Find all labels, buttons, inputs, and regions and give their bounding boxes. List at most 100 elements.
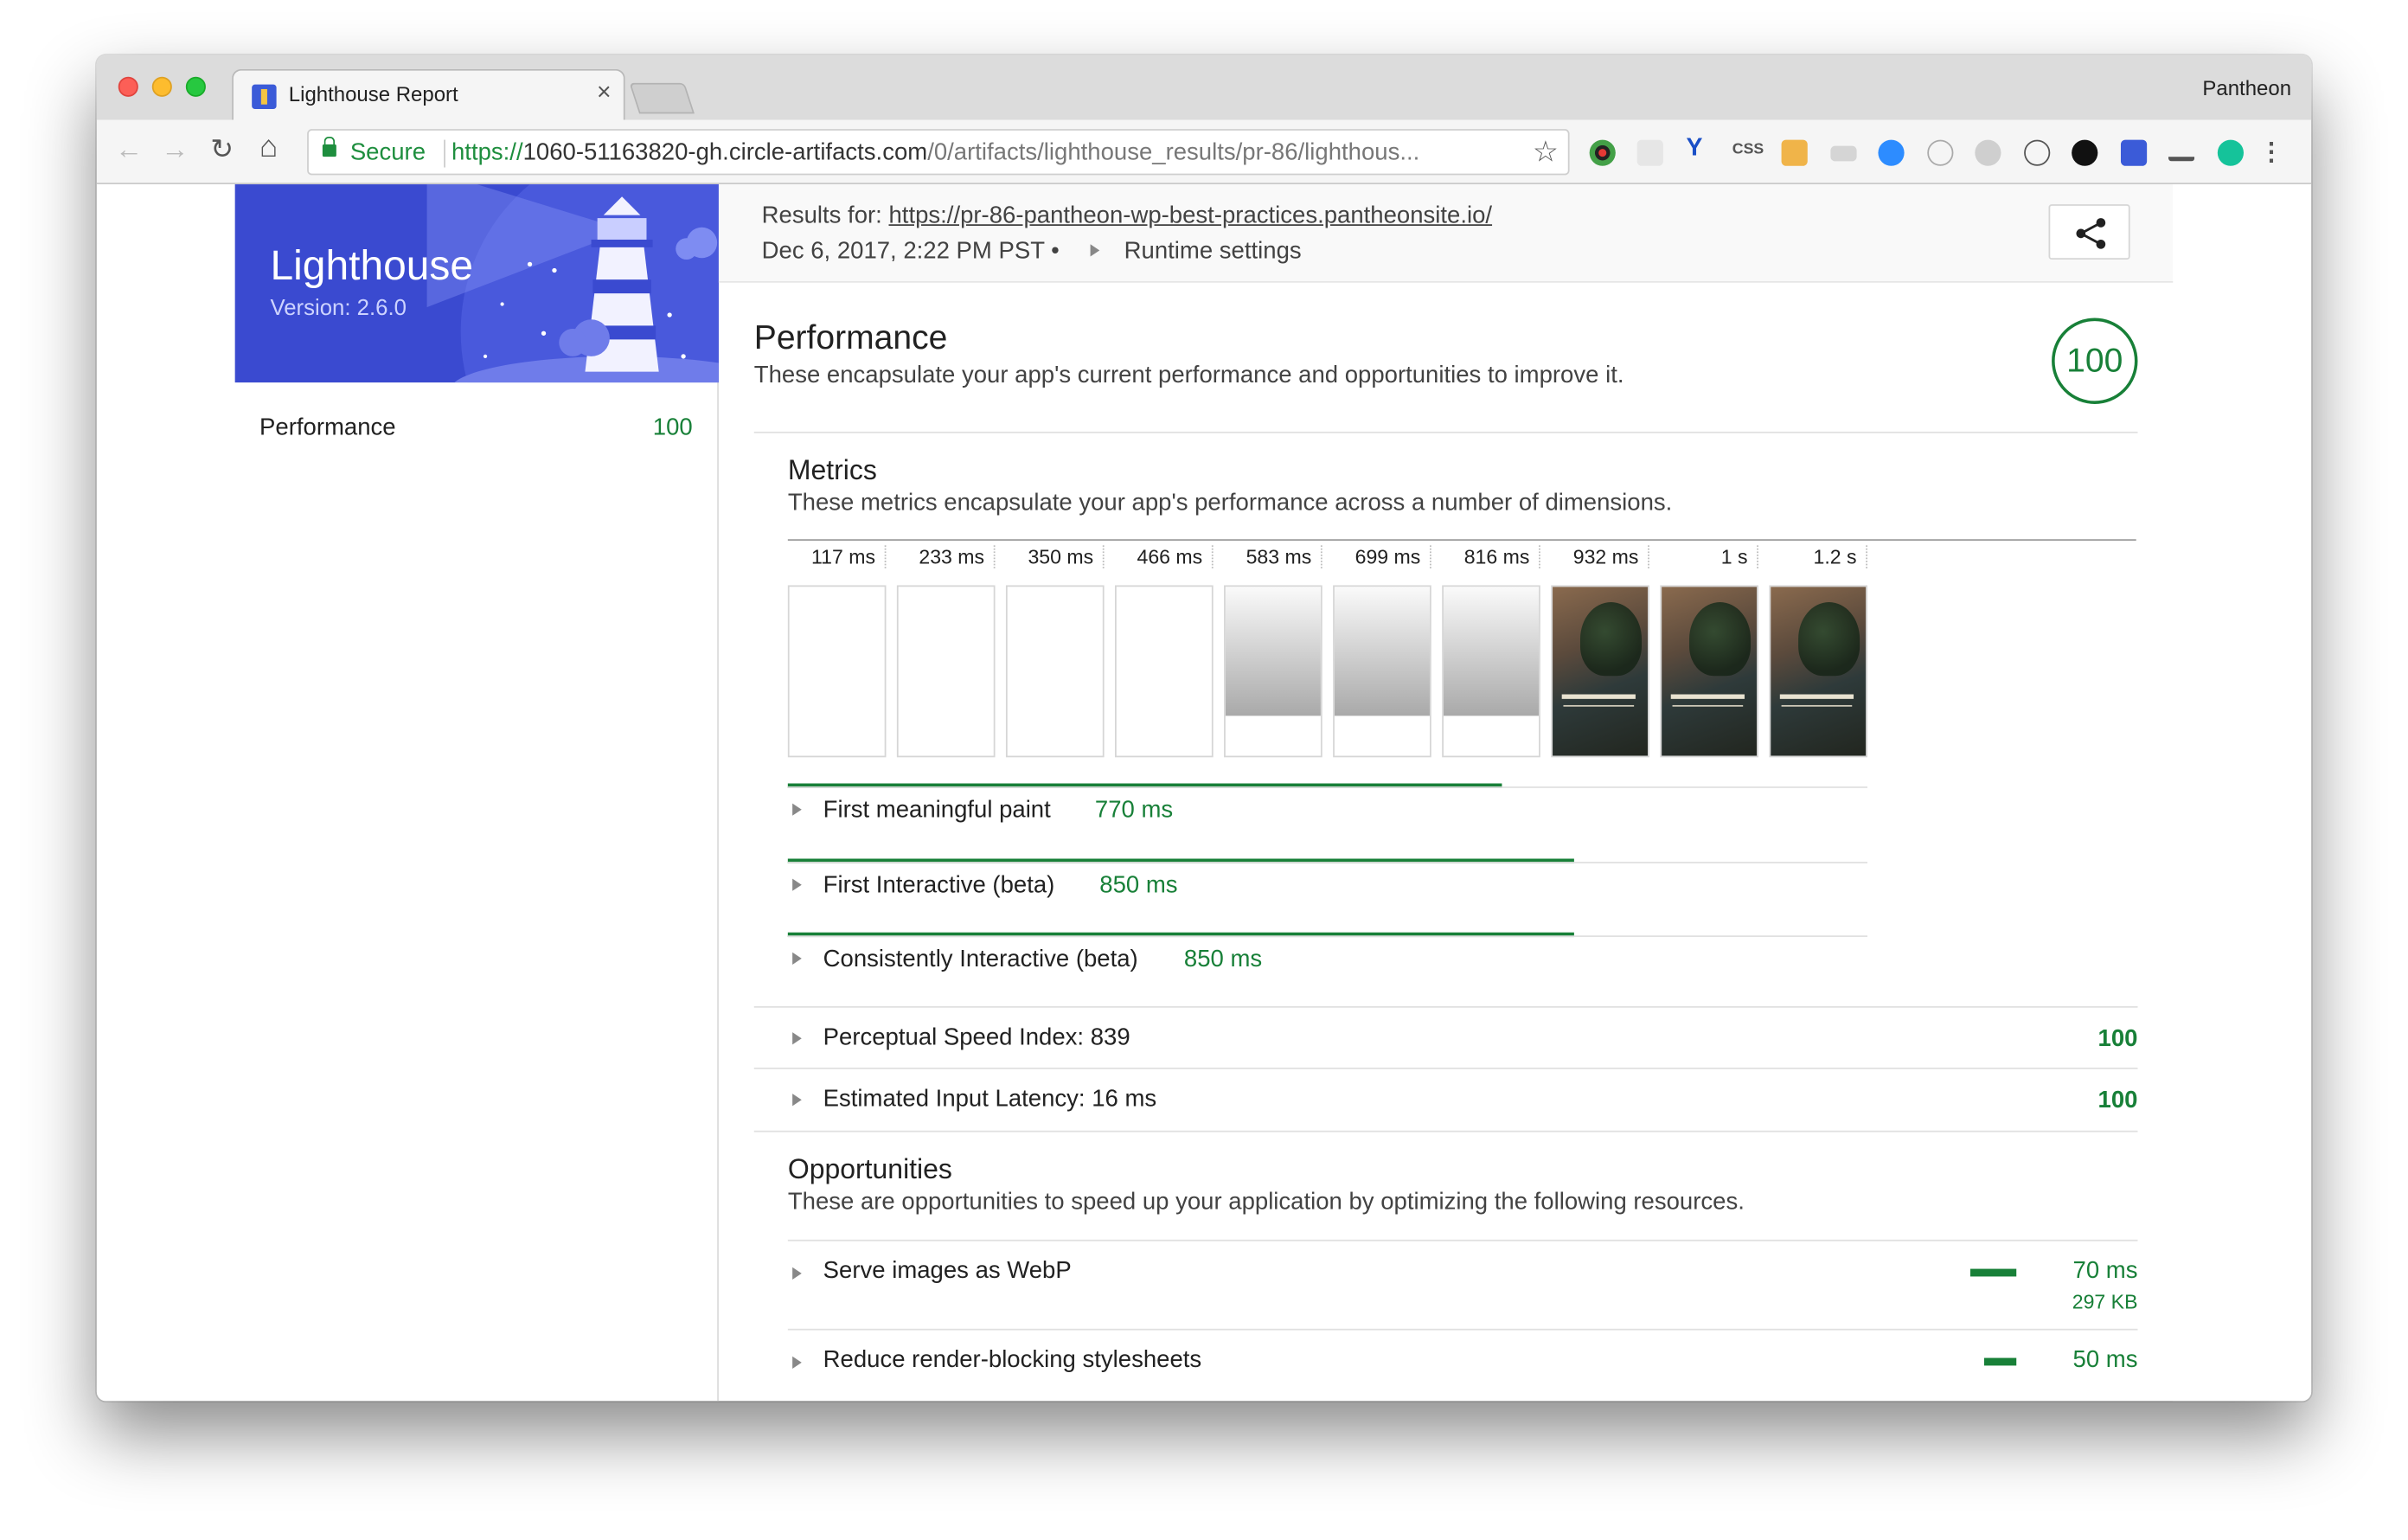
- css-extension-icon[interactable]: CSS: [1732, 141, 1764, 158]
- v-extension-icon[interactable]: Y: [1686, 135, 1712, 161]
- filmstrip-timestamp: 1.2 s: [1769, 545, 1868, 568]
- metric-timeline-track: [787, 861, 1868, 863]
- new-tab-button[interactable]: [629, 82, 695, 114]
- metric-value: 770 ms: [1094, 797, 1174, 824]
- bookmark-star-icon[interactable]: ☆: [1533, 135, 1559, 170]
- metric-label[interactable]: Estimated Input Latency: 16 ms: [823, 1085, 1157, 1113]
- onepassword-extension-icon[interactable]: [2072, 139, 2098, 166]
- opportunity-divider: [787, 1239, 2138, 1242]
- filmstrip-timestamp: 816 ms: [1442, 545, 1540, 568]
- expand-triangle-icon[interactable]: [792, 1032, 802, 1045]
- filmstrip-timestamp: 1 s: [1660, 545, 1758, 568]
- hat-extension-icon[interactable]: [2168, 143, 2195, 162]
- performance-title: Performance: [753, 318, 948, 356]
- url-host: 1060-51163820-gh.circle-artifacts.com: [522, 139, 928, 166]
- performance-score-gauge: 100: [2052, 318, 2138, 404]
- right-gutter: [2173, 184, 2312, 1402]
- opportunity-label[interactable]: Serve images as WebP: [823, 1258, 1072, 1286]
- lighthouse-extension-icon[interactable]: [2120, 139, 2148, 166]
- grammarly-extension-icon[interactable]: [2217, 139, 2245, 166]
- shield-extension-icon[interactable]: [1975, 139, 2001, 166]
- metric-timeline-track: [787, 935, 1868, 938]
- printer-extension-icon[interactable]: [1830, 145, 1857, 162]
- zoom-extension-icon[interactable]: [1878, 139, 1905, 166]
- address-bar[interactable]: Secure https://1060-51163820-gh.circle-a…: [307, 129, 1570, 176]
- filmstrip-timestamp: 466 ms: [1115, 545, 1214, 568]
- url-text[interactable]: https://1060-51163820-gh.circle-artifact…: [452, 140, 1419, 168]
- expand-triangle-icon[interactable]: [792, 1267, 802, 1280]
- metric-score: 100: [2097, 1087, 2138, 1113]
- filmstrip-frame: [896, 585, 996, 758]
- window-maximize-button[interactable]: [185, 76, 206, 97]
- sidebar-performance-score: 100: [652, 414, 693, 441]
- report-date: Dec 6, 2017, 2:22 PM PST •: [761, 238, 1060, 265]
- runtime-settings-expand-icon[interactable]: [1090, 244, 1100, 257]
- lighthouse-title: Lighthouse: [270, 242, 474, 289]
- share-icon: [2076, 218, 2106, 249]
- opportunities-description: These are opportunities to speed up your…: [787, 1189, 1745, 1216]
- color-extension-icon[interactable]: [1589, 139, 1616, 166]
- profile-name[interactable]: Pantheon: [2202, 77, 2291, 100]
- metric-timeline-track: [787, 786, 1868, 788]
- lighthouse-favicon-icon: [252, 84, 277, 110]
- metric-label[interactable]: Consistently Interactive (beta): [823, 946, 1138, 974]
- url-path: /0/artifacts/lighthouse_results/pr-86/li…: [927, 139, 1420, 166]
- runtime-settings-toggle[interactable]: Runtime settings: [1124, 238, 1302, 266]
- tab-title: Lighthouse Report: [288, 82, 458, 106]
- opportunities-title: Opportunities: [787, 1153, 952, 1184]
- reload-icon[interactable]: ↻: [210, 133, 234, 165]
- opportunity-value: 50 ms: [2072, 1347, 2138, 1374]
- lighthouse-header: Lighthouse Version: 2.6.0: [234, 184, 719, 383]
- filmstrip-frame: [1442, 585, 1540, 758]
- metric-value: 850 ms: [1099, 871, 1178, 898]
- opportunity-divider: [787, 1328, 2138, 1331]
- filmstrip-timestamp: 117 ms: [788, 545, 887, 568]
- browser-menu-icon[interactable]: ⋮: [2259, 137, 2283, 168]
- filmstrip-frame: [1005, 585, 1105, 758]
- forward-arrow-icon[interactable]: →: [161, 133, 189, 165]
- url-scheme: https://: [451, 139, 523, 166]
- page-viewport: Lighthouse Version: 2.6.0 Performance 10…: [96, 184, 2312, 1402]
- lighthouse-version: Version: 2.6.0: [270, 296, 407, 322]
- tab-strip: Lighthouse Report × Pantheon: [96, 55, 2312, 122]
- window-minimize-button[interactable]: [151, 76, 172, 97]
- expand-triangle-icon[interactable]: [792, 803, 802, 816]
- metrics-description: These metrics encapsulate your app's per…: [787, 490, 1673, 517]
- metrics-divider: [753, 1130, 2138, 1133]
- metric-divider: [753, 1005, 2138, 1008]
- info-extension-icon[interactable]: [2024, 139, 2051, 166]
- opportunity-label[interactable]: Reduce render-blocking stylesheets: [823, 1347, 1202, 1375]
- metric-label[interactable]: First Interactive (beta): [823, 872, 1055, 900]
- metric-label[interactable]: First meaningful paint: [823, 797, 1051, 825]
- metric-divider: [753, 1067, 2138, 1068]
- report-sidebar: Lighthouse Version: 2.6.0 Performance 10…: [234, 184, 719, 1402]
- performance-divider: [753, 431, 2138, 433]
- expand-triangle-icon[interactable]: [792, 1356, 802, 1369]
- tab-lighthouse-report[interactable]: Lighthouse Report ×: [232, 68, 625, 122]
- expand-triangle-icon[interactable]: [792, 952, 802, 966]
- metric-score: 100: [2097, 1026, 2138, 1053]
- filmstrip-timestamp: 932 ms: [1551, 545, 1649, 568]
- lock-icon: [322, 137, 336, 157]
- dots-extension-icon[interactable]: [1927, 139, 1954, 166]
- expand-triangle-icon[interactable]: [792, 1093, 802, 1106]
- performance-description: These encapsulate your app's current per…: [753, 363, 1624, 389]
- results-url-link[interactable]: https://pr-86-pantheon-wp-best-practices…: [888, 202, 1492, 228]
- metric-label[interactable]: Perceptual Speed Index: 839: [823, 1024, 1130, 1052]
- avatar-extension-icon[interactable]: [1781, 139, 1808, 166]
- left-gutter: [96, 184, 235, 1402]
- home-icon[interactable]: ⌂: [259, 131, 278, 166]
- filmstrip-frame: [1115, 585, 1214, 758]
- tab-close-icon[interactable]: ×: [597, 80, 612, 107]
- metrics-title: Metrics: [787, 454, 877, 486]
- share-button[interactable]: [2048, 204, 2130, 260]
- opportunity-value: 70 ms: [2072, 1258, 2138, 1285]
- sidebar-item-performance[interactable]: Performance: [259, 414, 396, 442]
- filmstrip-timestamp: 583 ms: [1224, 545, 1322, 568]
- filmstrip-axis: [787, 539, 2136, 541]
- expand-triangle-icon[interactable]: [792, 877, 802, 890]
- back-arrow-icon[interactable]: ←: [115, 133, 143, 165]
- grid-extension-icon[interactable]: [1636, 139, 1663, 166]
- window-close-button[interactable]: [118, 76, 138, 97]
- filmstrip-frame: [1769, 585, 1868, 758]
